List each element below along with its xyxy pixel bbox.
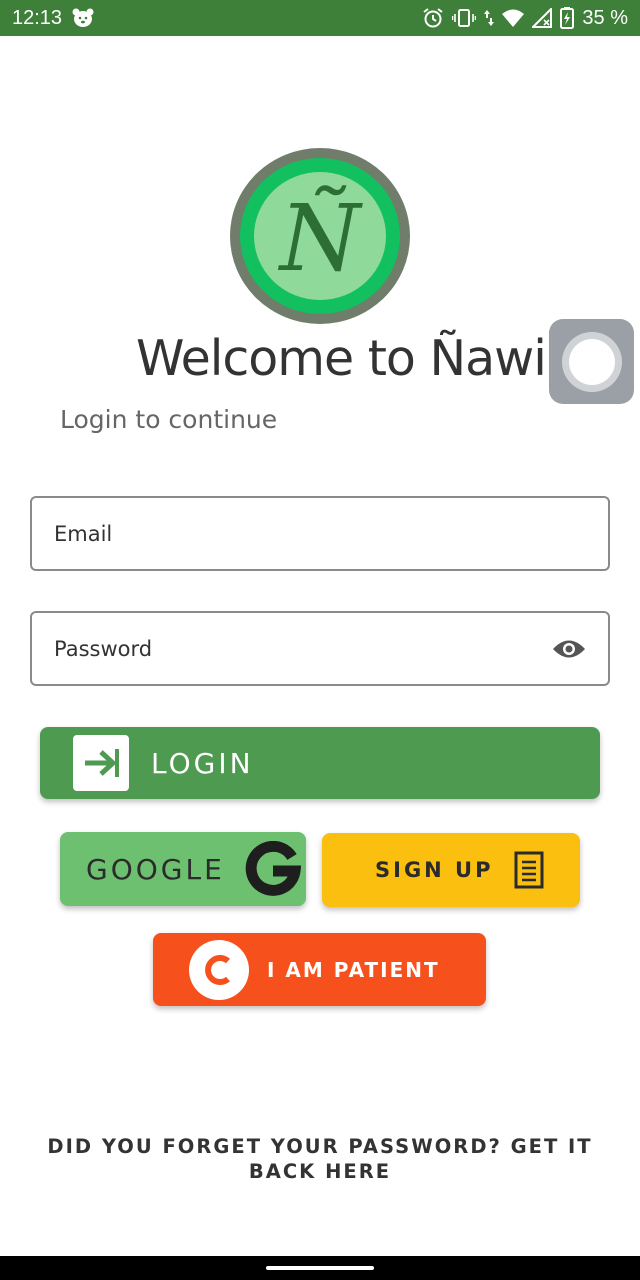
patient-label: I AM PATIENT	[267, 957, 440, 982]
navigation-bar	[0, 1256, 640, 1280]
alarm-icon	[422, 7, 444, 29]
login-arrow-icon	[73, 735, 129, 791]
assistive-dot	[568, 338, 615, 385]
google-label: GOOGLE	[86, 852, 225, 886]
eye-icon[interactable]	[552, 638, 586, 660]
patient-c-icon	[189, 939, 249, 1000]
page-subtitle: Login to continue	[60, 405, 278, 434]
status-left: 12:13	[12, 7, 94, 30]
assistive-ring-icon	[561, 331, 622, 392]
password-field[interactable]: Password	[30, 611, 610, 686]
google-g-icon	[245, 841, 301, 897]
status-time: 12:13	[12, 6, 63, 29]
password-placeholder: Password	[54, 636, 153, 661]
floating-assistive-button[interactable]	[549, 319, 634, 404]
status-right: 35 %	[422, 7, 628, 30]
sign-up-label: SIGN UP	[375, 858, 494, 882]
email-placeholder: Email	[54, 521, 113, 546]
document-icon	[514, 851, 544, 889]
email-field[interactable]: Email	[30, 496, 610, 571]
battery-charging-icon	[560, 7, 575, 29]
forgot-password-link[interactable]: DID YOU FORGET YOUR PASSWORD? GET IT BAC…	[40, 1134, 600, 1184]
data-arrows-icon	[484, 8, 495, 28]
battery-percent: 35 %	[582, 6, 628, 29]
vibrate-icon	[452, 8, 477, 28]
login-label: LOGIN	[151, 746, 254, 780]
google-login-button[interactable]: GOOGLE	[60, 832, 306, 906]
status-bar: 12:13 35 %	[0, 0, 640, 36]
signal-icon	[532, 8, 553, 28]
page-title: Welcome to Ñawi	[136, 330, 547, 387]
home-gesture-handle[interactable]	[266, 1266, 374, 1270]
app-logo: Ñ	[230, 148, 410, 324]
wifi-icon	[502, 8, 525, 28]
logo-letter: Ñ	[278, 185, 364, 292]
sign-up-button[interactable]: SIGN UP	[322, 833, 580, 907]
patient-button[interactable]: I AM PATIENT	[153, 933, 486, 1006]
bear-notification-icon	[72, 8, 94, 28]
login-button[interactable]: LOGIN	[40, 727, 600, 799]
